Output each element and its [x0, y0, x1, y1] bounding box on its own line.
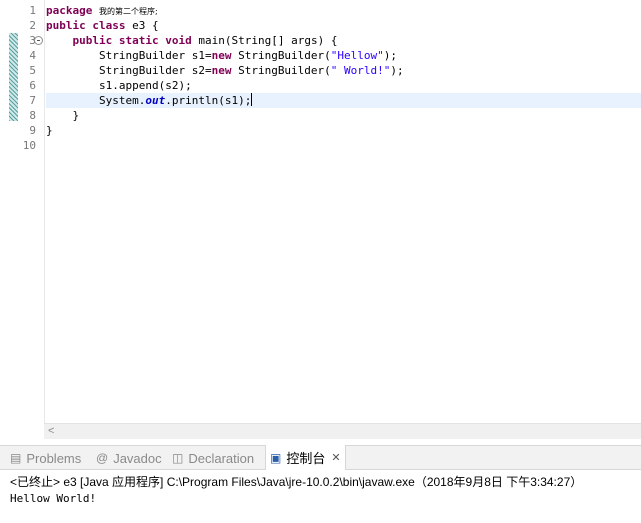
scroll-left-icon[interactable]: <	[48, 424, 54, 439]
tab-label: Declaration	[188, 450, 255, 466]
package-name: 我的第二个程序;	[98, 7, 158, 16]
code-line-9[interactable]: }	[46, 123, 641, 138]
change-markers	[9, 33, 18, 121]
code-text: }	[46, 124, 53, 137]
code-line-8[interactable]: }	[46, 108, 641, 123]
code-text: );	[383, 49, 398, 62]
line-number: 1	[29, 4, 36, 17]
code-text: e3 {	[132, 19, 159, 32]
code-text: );	[390, 64, 404, 77]
keyword: void	[165, 34, 192, 47]
string-literal: "Hellow"	[330, 49, 384, 62]
line-number: 4	[29, 49, 36, 62]
line-number: 7	[29, 94, 36, 107]
keyword: public	[46, 19, 86, 32]
code-text: StringBuilder(	[238, 49, 331, 62]
keyword: public	[72, 34, 113, 47]
tab-problems[interactable]: ▤ Problems	[10, 446, 81, 470]
tab-label: Problems	[26, 450, 82, 466]
code-line-5[interactable]: StringBuilder s2=new StringBuilder(" Wor…	[46, 63, 641, 78]
keyword: static	[118, 34, 159, 47]
console-output[interactable]: Hellow World!	[10, 492, 96, 505]
overview-ruler	[0, 0, 20, 423]
code-line-4[interactable]: StringBuilder s1=new StringBuilder("Hell…	[46, 48, 641, 63]
text-caret	[251, 93, 253, 106]
code-editor[interactable]: 1 2 3 4 5 6 7 8 9 10 package 我的第二个程序; pu…	[0, 0, 641, 423]
code-text: StringBuilder s1=	[98, 49, 212, 62]
keyword: new	[211, 49, 232, 62]
static-field: out	[145, 94, 166, 107]
code-text: System.	[98, 94, 146, 107]
horizontal-scrollbar[interactable]: <	[44, 423, 641, 439]
fold-collapse-icon[interactable]	[34, 36, 43, 45]
string-literal: " World!"	[330, 64, 391, 77]
code-line-7-current[interactable]: System.out.println(s1);	[46, 93, 641, 108]
code-line-1[interactable]: package 我的第二个程序;	[46, 3, 641, 18]
code-line-10[interactable]	[46, 138, 641, 153]
code-text: .println(s1);	[165, 94, 252, 107]
declaration-icon: ◫	[172, 451, 184, 465]
code-text: StringBuilder s2=	[98, 64, 212, 77]
code-text: StringBuilder(	[238, 64, 331, 77]
line-number: 2	[29, 19, 36, 32]
line-number: 6	[29, 79, 36, 92]
problems-icon: ▤	[10, 451, 22, 465]
keyword: new	[211, 64, 232, 77]
scroll-corner	[0, 423, 44, 438]
console-icon: ▣	[270, 450, 282, 465]
code-text: }	[72, 109, 80, 122]
at-icon: @	[96, 451, 109, 465]
keyword: class	[92, 19, 126, 32]
line-number: 9	[29, 124, 36, 137]
tab-javadoc[interactable]: @ Javadoc	[96, 446, 162, 470]
code-line-6[interactable]: s1.append(s2);	[46, 78, 641, 93]
line-number: 8	[29, 109, 36, 122]
close-icon[interactable]: ✕	[331, 451, 340, 464]
code-text: s1.append(s2);	[98, 79, 192, 92]
console-status-header: <已终止> e3 [Java 应用程序] C:\Program Files\Ja…	[10, 475, 583, 489]
code-area[interactable]: package 我的第二个程序; public class e3 { publi…	[46, 0, 641, 423]
code-line-3[interactable]: public static void main(String[] args) {	[46, 33, 641, 48]
line-number-gutter: 1 2 3 4 5 6 7 8 9 10	[20, 0, 45, 423]
keyword: package	[46, 4, 93, 17]
view-tab-bar: ▤ Problems @ Javadoc ◫ Declaration ▣ 控制台…	[0, 445, 641, 470]
code-line-2[interactable]: public class e3 {	[46, 18, 641, 33]
tab-label: Javadoc	[113, 450, 162, 466]
tab-console[interactable]: ▣ 控制台 ✕	[265, 445, 346, 470]
line-number: 5	[29, 64, 36, 77]
code-text: main(String[] args) {	[198, 34, 338, 47]
tab-declaration[interactable]: ◫ Declaration	[172, 446, 254, 470]
tab-label: 控制台	[286, 451, 326, 466]
line-number: 10	[22, 139, 36, 152]
